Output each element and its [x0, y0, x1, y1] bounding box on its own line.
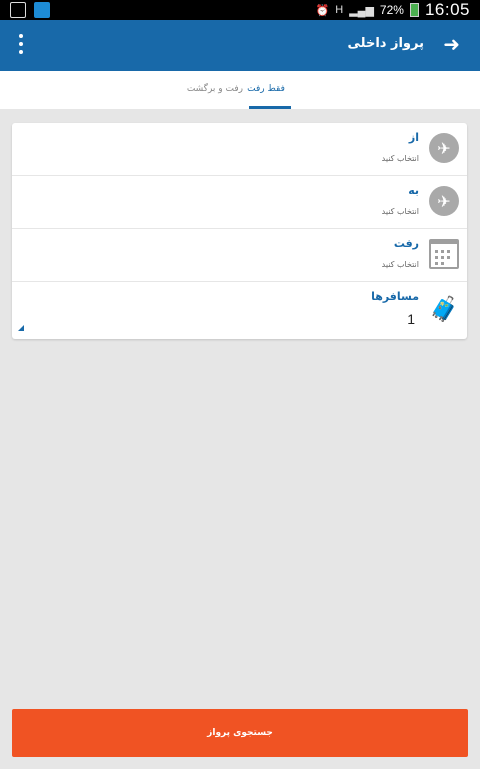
traveler-icon: 🧳 [429, 295, 459, 323]
depart-label: رفت [393, 237, 419, 250]
menu-dot [19, 42, 23, 46]
passenger-count: 1 [407, 311, 415, 327]
from-value: انتخاب کنید [381, 154, 419, 163]
menu-dot [19, 34, 23, 38]
to-field[interactable]: ✈ به انتخاب کنید [12, 176, 467, 229]
menu-dot [19, 50, 23, 54]
battery-icon [409, 3, 419, 17]
landing-icon: ✈ [429, 186, 459, 216]
depart-date-field[interactable]: رفت انتخاب کنید [12, 229, 467, 282]
from-label: از [408, 131, 419, 144]
to-value: انتخاب کنید [381, 207, 419, 216]
from-field[interactable]: ✈ از انتخاب کنید [12, 123, 467, 176]
wifi-icon [34, 2, 50, 18]
calendar-icon [429, 239, 459, 269]
tab-round-trip[interactable]: رفت و برگشت [187, 84, 243, 94]
passengers-label: مسافرها [371, 290, 419, 303]
depart-value: انتخاب کنید [381, 260, 419, 269]
to-label: به [408, 184, 419, 197]
clock: 16:05 [424, 0, 470, 19]
alarm-icon: ⏰ [315, 4, 330, 17]
tab-one-way[interactable]: فقط رفت [245, 84, 287, 94]
page-title: پرواز داخلی [347, 36, 424, 51]
battery-level: 72% [379, 3, 404, 17]
signal-icon: ▂▄▆ [349, 4, 374, 17]
app-bar: ➜ پرواز داخلی [0, 20, 480, 71]
status-bar: ⏰ H ▂▄▆ 72% 16:05 [0, 0, 480, 20]
tab-indicator [249, 106, 291, 109]
trip-type-tabs: فقط رفت رفت و برگشت [0, 71, 480, 109]
network-type: H [335, 4, 344, 16]
arrow-right-icon[interactable]: ➜ [443, 31, 460, 57]
dropdown-corner-icon [18, 325, 24, 331]
search-flight-button[interactable]: جستجوی پرواز [12, 709, 468, 757]
image-icon [10, 2, 26, 18]
flight-search-form: ✈ از انتخاب کنید ✈ به انتخاب کنید رفت ان… [12, 123, 467, 339]
passengers-field[interactable]: 🧳 مسافرها 1 [12, 282, 467, 339]
overflow-menu-icon[interactable] [18, 34, 24, 54]
takeoff-icon: ✈ [429, 133, 459, 163]
